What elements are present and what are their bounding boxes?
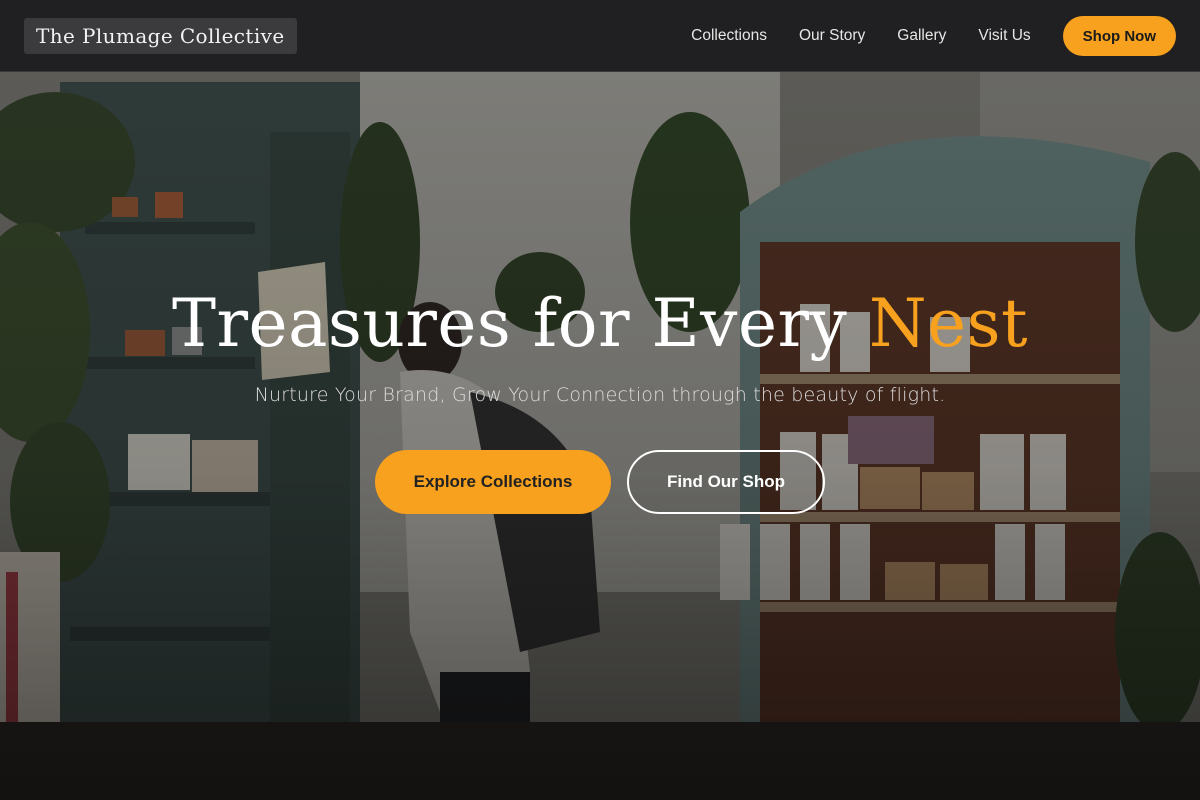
explore-collections-button[interactable]: Explore Collections <box>375 450 611 514</box>
find-our-shop-button[interactable]: Find Our Shop <box>627 450 825 514</box>
hero-title: Treasures for Every Nest <box>0 282 1200 366</box>
hero-title-accent: Nest <box>868 285 1029 362</box>
shop-now-button[interactable]: Shop Now <box>1062 16 1176 56</box>
main-nav: Collections Our Story Gallery Visit Us S… <box>691 0 1200 72</box>
nav-link-gallery[interactable]: Gallery <box>897 27 946 45</box>
hero-buttons: Explore Collections Find Our Shop <box>0 450 1200 514</box>
hero-subtitle: Nurture Your Brand, Grow Your Connection… <box>254 384 946 406</box>
nav-link-our-story[interactable]: Our Story <box>799 27 865 45</box>
hero-section: Treasures for Every Nest Nurture Your Br… <box>0 72 1200 800</box>
nav-link-collections[interactable]: Collections <box>691 27 767 45</box>
hero-content: Treasures for Every Nest Nurture Your Br… <box>0 282 1200 514</box>
hero-title-main: Treasures for Every <box>171 285 869 362</box>
brand-logo[interactable]: The Plumage Collective <box>24 18 297 54</box>
site-header: The Plumage Collective Collections Our S… <box>0 0 1200 72</box>
nav-link-visit-us[interactable]: Visit Us <box>978 27 1030 45</box>
